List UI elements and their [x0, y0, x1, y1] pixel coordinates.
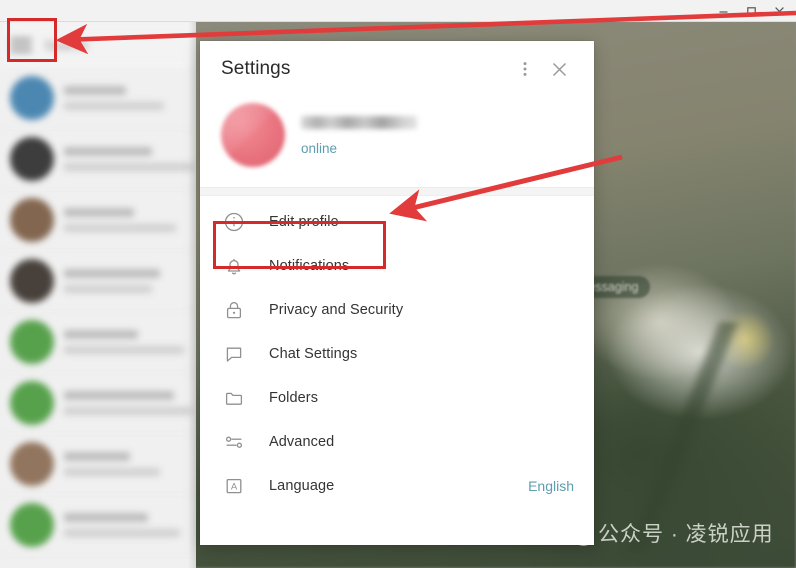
- status-badge: online: [301, 141, 338, 156]
- menu-item-value[interactable]: English: [528, 478, 574, 494]
- maximize-icon[interactable]: [738, 1, 764, 21]
- watermark-text: 公众号 · 凌锐应用: [598, 523, 774, 546]
- info-circle-icon: [223, 211, 245, 233]
- hamburger-icon[interactable]: [10, 37, 32, 53]
- window-controls: [710, 0, 792, 22]
- section-divider: [200, 187, 594, 196]
- menu-item-label: Privacy and Security: [269, 302, 404, 318]
- chat-item-text: [64, 391, 192, 415]
- menu-item-label: Edit profile: [269, 214, 339, 230]
- more-vertical-icon[interactable]: [508, 52, 542, 86]
- sidebar-header: Search: [0, 22, 196, 68]
- chat-list-sidebar[interactable]: Search: [0, 22, 196, 568]
- chat-item-text: [64, 269, 188, 293]
- profile-name: [301, 116, 417, 129]
- chat-list-item[interactable]: [0, 190, 196, 251]
- svg-text:A: A: [231, 482, 238, 493]
- language-a-icon: A: [223, 475, 245, 497]
- settings-menu-item[interactable]: A Language English: [200, 464, 594, 508]
- close-icon[interactable]: [542, 52, 576, 86]
- chat-list-item[interactable]: [0, 434, 196, 495]
- avatar[interactable]: [221, 103, 285, 167]
- chat-item-text: [64, 208, 188, 232]
- folder-icon: [223, 387, 245, 409]
- close-icon[interactable]: [766, 1, 792, 21]
- avatar: [10, 76, 54, 120]
- chat-list-item[interactable]: [0, 129, 196, 190]
- settings-menu-item[interactable]: Chat Settings: [200, 332, 594, 376]
- minimize-icon[interactable]: [710, 1, 736, 21]
- avatar: [10, 442, 54, 486]
- chat-list-item[interactable]: [0, 251, 196, 312]
- menu-item-label: Language: [269, 478, 335, 494]
- avatar: [10, 320, 54, 364]
- search-input[interactable]: Search: [44, 37, 88, 53]
- lock-icon: [223, 299, 245, 321]
- avatar: [10, 381, 54, 425]
- chat-list-content: Search: [0, 22, 196, 556]
- profile-text: online: [301, 114, 417, 156]
- settings-menu: Edit profile Notifications Privacy and Sec…: [200, 196, 594, 508]
- sidebar-shadow: [188, 22, 196, 568]
- bell-icon: [223, 255, 245, 277]
- settings-dialog: Settings online Edit profile Notificatio…: [200, 41, 594, 545]
- chat-list-item[interactable]: [0, 495, 196, 556]
- chat-row-container: [0, 68, 196, 556]
- menu-item-label: Advanced: [269, 434, 335, 450]
- avatar: [10, 198, 54, 242]
- chat-list-item[interactable]: [0, 68, 196, 129]
- page-title: Settings: [221, 58, 291, 79]
- menu-item-label: Notifications: [269, 258, 350, 274]
- settings-menu-item[interactable]: Notifications: [200, 244, 594, 288]
- settings-header: Settings: [200, 41, 594, 97]
- settings-menu-item[interactable]: Privacy and Security: [200, 288, 594, 332]
- sliders-icon: [223, 431, 245, 453]
- avatar: [10, 259, 54, 303]
- avatar: [10, 137, 54, 181]
- window-titlebar: [0, 0, 796, 22]
- edit-profile-menu-item[interactable]: Edit profile: [200, 200, 594, 244]
- chat-list-item[interactable]: [0, 312, 196, 373]
- chat-item-text: [64, 330, 188, 354]
- chat-bubble-icon: [223, 343, 245, 365]
- chat-item-text: [64, 452, 188, 476]
- menu-item-label: Chat Settings: [269, 346, 358, 362]
- app-window: Messaging 公众号 · 凌锐应用 Search Settings onl…: [0, 0, 796, 568]
- avatar: [10, 503, 54, 547]
- chat-item-text: [64, 513, 188, 537]
- profile-block[interactable]: online: [200, 97, 594, 187]
- chat-list-item[interactable]: [0, 373, 196, 434]
- chat-item-text: [64, 147, 194, 171]
- settings-menu-item[interactable]: Advanced: [200, 420, 594, 464]
- menu-item-label: Folders: [269, 390, 319, 406]
- chat-item-text: [64, 86, 188, 110]
- settings-menu-item[interactable]: Folders: [200, 376, 594, 420]
